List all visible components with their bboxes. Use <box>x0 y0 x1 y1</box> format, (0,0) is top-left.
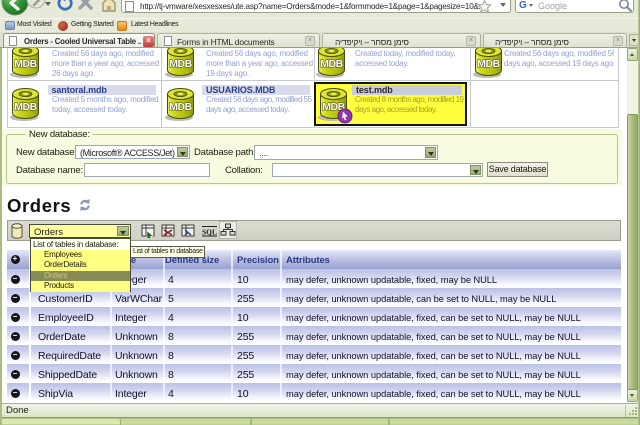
svg-text:SQL: SQL <box>202 228 217 237</box>
